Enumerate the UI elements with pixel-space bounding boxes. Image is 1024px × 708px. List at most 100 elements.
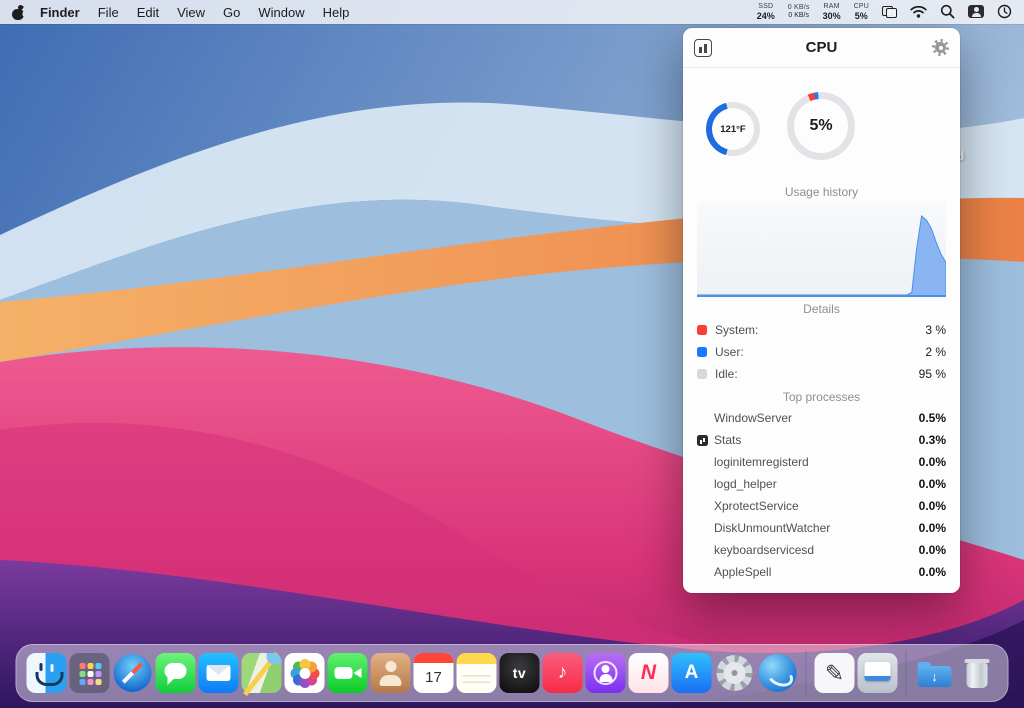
apple-menu-icon[interactable] <box>12 5 25 20</box>
dock-item-trash[interactable] <box>958 653 998 693</box>
menu-item-file[interactable]: File <box>89 5 128 20</box>
notes-icon <box>457 653 497 693</box>
details-row: User: 2 % <box>683 341 960 363</box>
menubar-module-network[interactable]: 0 KB/s0 KB/s <box>788 4 810 20</box>
mail-icon <box>199 653 239 693</box>
dock-item-music[interactable]: ♪ <box>543 653 583 693</box>
dock-item-podcasts[interactable] <box>586 653 626 693</box>
dock-item-launchpad[interactable] <box>70 653 110 693</box>
process-gutter <box>697 545 714 556</box>
process-row: WindowServer 0.5% <box>683 407 960 429</box>
menu-bar-left: Finder FileEditViewGoWindowHelp <box>0 5 358 20</box>
cpu-usage-gauge: 5% <box>787 92 855 160</box>
dock-tile: 17 <box>414 653 454 693</box>
popover-header: CPU <box>683 28 960 68</box>
menu-item-view[interactable]: View <box>168 5 214 20</box>
menubar-module-ram[interactable]: RAM30% <box>823 3 841 21</box>
detail-value: 95 % <box>919 367 946 381</box>
dock-item-mail[interactable] <box>199 653 239 693</box>
spotlight-search-icon[interactable] <box>940 4 955 19</box>
dock-tile: A <box>672 653 712 693</box>
dock-tile <box>328 653 368 693</box>
messages-icon <box>156 653 196 693</box>
wifi-icon[interactable] <box>910 5 927 18</box>
process-gutter <box>697 501 714 512</box>
dock-item-window-app[interactable] <box>858 653 898 693</box>
dock-item-safari[interactable] <box>113 653 153 693</box>
stats-cpu-popover: CPU 121°F 5% Usage history Details Syste… <box>683 28 960 593</box>
dock-tile <box>285 653 325 693</box>
dock-tile <box>242 653 282 693</box>
dock: 17 tv ♪ N A ✎ ↓ <box>16 644 1009 702</box>
process-cpu-value: 0.0% <box>919 565 946 579</box>
dock-tile: N <box>629 653 669 693</box>
details-row: System: 3 % <box>683 319 960 341</box>
appstore-icon <box>672 653 712 693</box>
maps-icon <box>242 653 282 693</box>
active-app-menu[interactable]: Finder <box>31 5 89 20</box>
dock-item-contacts[interactable] <box>371 653 411 693</box>
dock-item-calendar[interactable]: 17 <box>414 653 454 693</box>
dock-item-tv[interactable]: tv <box>500 653 540 693</box>
dock-tile <box>758 653 798 693</box>
process-gutter <box>697 435 714 446</box>
dock-item-notes[interactable] <box>457 653 497 693</box>
dock-divider <box>906 650 907 696</box>
cpu-usage-value: 5% <box>809 117 832 135</box>
menubar-status-modules: SSD24% 0 KB/s0 KB/s RAM30% CPU5% <box>757 3 869 21</box>
dock-item-photos[interactable] <box>285 653 325 693</box>
process-cpu-value: 0.3% <box>919 433 946 447</box>
dock-item-downloads[interactable]: ↓ <box>915 653 955 693</box>
details-row: Idle: 95 % <box>683 363 960 385</box>
user-icon[interactable] <box>968 5 984 18</box>
process-row: XprotectService 0.0% <box>683 495 960 517</box>
process-cpu-value: 0.0% <box>919 455 946 469</box>
menu-item-edit[interactable]: Edit <box>128 5 168 20</box>
news-icon <box>629 653 669 693</box>
dock-item-finder[interactable] <box>27 653 67 693</box>
dock-item-blue-circle-app[interactable] <box>758 653 798 693</box>
widget-chart-icon[interactable] <box>694 39 712 57</box>
settings-gear-icon[interactable] <box>932 39 949 56</box>
process-name: keyboardservicesd <box>714 543 814 557</box>
process-name: XprotectService <box>714 499 799 513</box>
menu-item-window[interactable]: Window <box>249 5 313 20</box>
clock-icon[interactable] <box>997 4 1012 19</box>
dock-tile <box>715 653 755 693</box>
dock-item-messages[interactable] <box>156 653 196 693</box>
dock-item-system-preferences[interactable] <box>715 653 755 693</box>
temperature-value: 121°F <box>720 124 745 135</box>
menu-item-help[interactable]: Help <box>314 5 359 20</box>
dock-item-facetime[interactable] <box>328 653 368 693</box>
details-label: Details <box>683 302 960 316</box>
dock-item-appstore[interactable]: A <box>672 653 712 693</box>
facetime-icon <box>328 653 368 693</box>
menubar-module-ssd[interactable]: SSD24% <box>757 3 775 21</box>
dock-tile <box>27 653 67 693</box>
trash-icon <box>958 653 998 693</box>
dock-item-news[interactable]: N <box>629 653 669 693</box>
stats-app-icon <box>697 435 708 446</box>
detail-label: User: <box>715 345 744 359</box>
dock-tile <box>858 653 898 693</box>
dock-item-pencil-app[interactable]: ✎ <box>815 653 855 693</box>
process-cpu-value: 0.0% <box>919 499 946 513</box>
launchpad-icon <box>70 653 110 693</box>
system-preferences-icon <box>717 655 753 691</box>
process-gutter <box>697 523 714 534</box>
popover-title: CPU <box>683 39 960 56</box>
dock-item-maps[interactable] <box>242 653 282 693</box>
temperature-gauge: 121°F <box>706 102 760 156</box>
menubar-module-cpu[interactable]: CPU5% <box>854 3 869 21</box>
detail-color-swatch <box>697 369 707 379</box>
process-name: Stats <box>714 433 741 447</box>
calendar-icon <box>414 653 454 693</box>
dock-tile <box>156 653 196 693</box>
dock-tile: ♪ <box>543 653 583 693</box>
podcasts-icon <box>594 661 618 685</box>
dock-tile <box>113 653 153 693</box>
detail-label: System: <box>715 323 758 337</box>
menu-item-go[interactable]: Go <box>214 5 249 20</box>
window-switcher-icon[interactable] <box>882 6 897 18</box>
process-name: logd_helper <box>714 477 777 491</box>
